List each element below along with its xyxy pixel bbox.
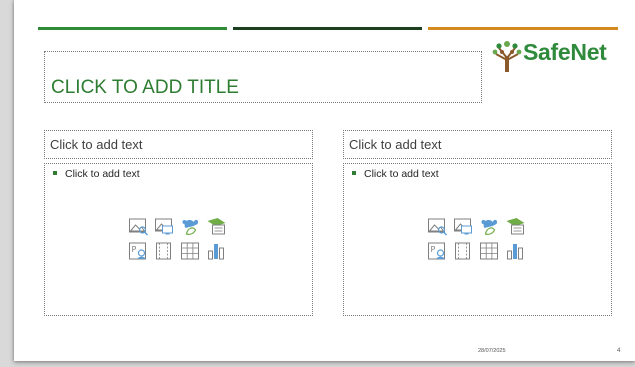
slide-canvas[interactable]: SafeNet CLICK TO ADD TITLE Click to add … xyxy=(14,0,635,361)
bullet-icon xyxy=(352,171,356,176)
right-header-text: Click to add text xyxy=(349,137,442,152)
safenet-logo: SafeNet xyxy=(491,38,623,72)
left-content-placeholder[interactable]: Click to add text P xyxy=(44,163,313,316)
left-bullet-item: Click to add text xyxy=(53,168,140,180)
title-placeholder-text: CLICK TO ADD TITLE xyxy=(51,77,239,98)
left-header-placeholder[interactable]: Click to add text xyxy=(44,130,313,159)
right-bullet-item: Click to add text xyxy=(352,168,439,180)
logo-text: SafeNet xyxy=(523,39,607,65)
bullet-icon xyxy=(53,171,57,176)
svg-text:P: P xyxy=(132,245,137,254)
left-insert-icons: P xyxy=(127,216,229,264)
insert-picture-icon[interactable] xyxy=(127,216,149,236)
insert-chart-icon[interactable] xyxy=(504,241,526,261)
accent-bar-dark-green xyxy=(233,27,422,30)
insert-stock-images-icon[interactable]: P xyxy=(426,241,448,261)
accent-bar-green xyxy=(38,27,227,30)
insert-stock-images-icon[interactable]: P xyxy=(127,241,149,261)
right-header-placeholder[interactable]: Click to add text xyxy=(343,130,612,159)
insert-3d-model-icon[interactable] xyxy=(504,216,526,236)
insert-picture-icon[interactable] xyxy=(426,216,448,236)
right-insert-icons: P xyxy=(426,216,528,264)
insert-screenshot-icon[interactable] xyxy=(153,216,175,236)
insert-table-icon[interactable] xyxy=(478,241,500,261)
insert-icons-icon[interactable] xyxy=(179,216,201,236)
right-body-text: Click to add text xyxy=(364,168,439,180)
footer-date: 28/07/2025 xyxy=(478,348,506,354)
accent-bar-orange xyxy=(428,27,618,30)
tree-people-icon xyxy=(492,41,522,72)
insert-screenshot-icon[interactable] xyxy=(452,216,474,236)
insert-3d-model-icon[interactable] xyxy=(205,216,227,236)
right-content-placeholder[interactable]: Click to add text P xyxy=(343,163,612,316)
insert-video-icon[interactable] xyxy=(153,241,175,261)
insert-video-icon[interactable] xyxy=(452,241,474,261)
left-body-text: Click to add text xyxy=(65,168,140,180)
slide-number: 4 xyxy=(617,348,621,354)
title-placeholder[interactable]: CLICK TO ADD TITLE xyxy=(44,51,482,103)
svg-text:P: P xyxy=(431,245,436,254)
insert-table-icon[interactable] xyxy=(179,241,201,261)
left-header-text: Click to add text xyxy=(50,137,143,152)
insert-chart-icon[interactable] xyxy=(205,241,227,261)
insert-icons-icon[interactable] xyxy=(478,216,500,236)
